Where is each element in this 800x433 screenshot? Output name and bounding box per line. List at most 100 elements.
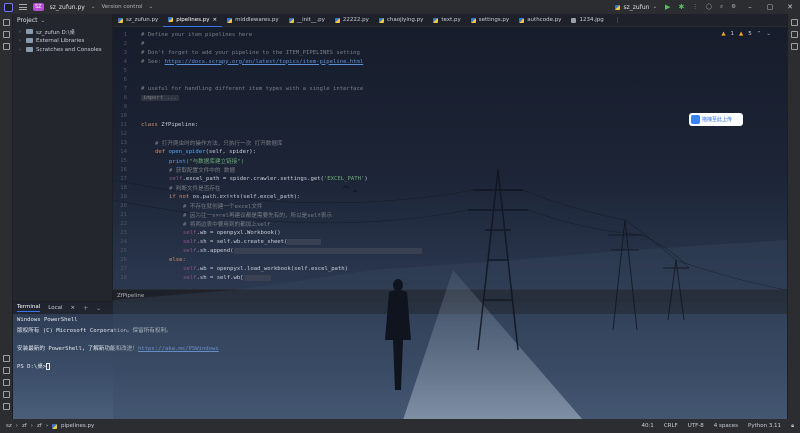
tab-22222[interactable]: 22222.py <box>330 14 374 27</box>
more-icon[interactable]: ⋮ <box>692 4 698 10</box>
run-icon[interactable]: ▶ <box>665 3 670 11</box>
code-line: 2 # <box>123 40 145 47</box>
settings-icon[interactable]: ⚙ <box>731 4 736 10</box>
terminal-line: Windows PowerShell <box>17 317 78 323</box>
chevron-right-icon[interactable]: › <box>19 38 23 44</box>
account-icon[interactable]: ◯ <box>706 4 712 10</box>
code-line: 24 self.sh = self.wb.create_sheet( <box>113 237 322 246</box>
notifications-icon[interactable] <box>790 19 798 26</box>
tree-item-external-libraries[interactable]: › External Libraries <box>13 36 112 45</box>
caret-position[interactable]: 40:1 <box>641 423 653 429</box>
breadcrumb: ZfPipeline <box>113 289 787 301</box>
structure-tool-icon[interactable] <box>2 31 10 38</box>
project-panel-title[interactable]: Project <box>17 17 38 24</box>
upload-widget[interactable]: 拖拽至此上传 <box>689 113 743 126</box>
tab-text[interactable]: text.py <box>428 14 465 27</box>
self-keyword: self <box>183 274 197 281</box>
code-text: # Don't forget to add your pipeline to t… <box>141 49 360 56</box>
project-tool-icon[interactable] <box>2 19 10 26</box>
tab-pipelines[interactable]: pipelines.py × <box>163 14 223 27</box>
tab-label: pipelines.py <box>176 16 210 23</box>
folded-imports[interactable]: import ... <box>141 94 179 101</box>
close-tab-icon[interactable]: × <box>212 17 217 23</box>
status-path-root[interactable]: sz <box>6 423 12 429</box>
tab-local[interactable]: Local <box>48 305 62 311</box>
tab-1234-jpg[interactable]: 1234.jpg <box>566 14 608 27</box>
file-encoding[interactable]: UTF-8 <box>688 423 704 429</box>
status-path-item[interactable]: zf <box>37 423 42 429</box>
lock-icon[interactable]: 🔒︎ <box>791 423 794 430</box>
ai-assistant-icon[interactable] <box>790 43 798 50</box>
chevron-down-icon[interactable]: ⌄ <box>96 305 101 312</box>
tab-middlewares[interactable]: middlewares.py <box>222 14 284 27</box>
status-path-item[interactable]: zf <box>22 423 27 429</box>
tree-item-scratches[interactable]: › Scratches and Consoles <box>13 45 112 54</box>
code-line: 6 <box>123 76 127 83</box>
close-tab-icon[interactable]: × <box>71 305 76 311</box>
project-panel-header: Project ⌄ <box>13 14 112 27</box>
add-tab-icon[interactable]: + <box>83 305 88 312</box>
tab-init[interactable]: __init__.py <box>284 14 330 27</box>
chevron-down-icon[interactable]: ⌄ <box>41 18 46 24</box>
tab-sz-zufun[interactable]: sz_zufun.py <box>113 14 163 27</box>
code-text: # 获取配置文件中的 数据 <box>169 167 236 174</box>
tab-chaojiying[interactable]: chaojiying.py <box>374 14 429 27</box>
chevron-right-icon[interactable]: › <box>19 47 23 53</box>
line-ending[interactable]: CRLF <box>664 423 678 429</box>
breadcrumb-item[interactable]: ZfPipeline <box>117 293 144 299</box>
tree-item-label: sz_zufun D:\桌 <box>36 29 75 36</box>
terminal-prompt[interactable]: PS D:\桌> <box>17 362 783 371</box>
tab-label: sz_zufun.py <box>126 17 159 23</box>
main-menu-icon[interactable] <box>19 4 27 10</box>
more-tabs-icon[interactable]: ⋮ <box>615 17 621 24</box>
code-line: 7 # useful for handling different item ty… <box>123 85 364 92</box>
tab-terminal[interactable]: Terminal <box>17 304 41 312</box>
tree-item-project-root[interactable]: › sz_zufun D:\桌 <box>13 27 112 36</box>
python-file-icon <box>227 17 233 23</box>
code-text: # 判断文件是否存在 <box>169 185 221 192</box>
chevron-right-icon[interactable]: › <box>19 29 23 35</box>
maximize-button[interactable]: ▢ <box>764 3 776 11</box>
code-text: # See: <box>141 58 165 65</box>
tab-settings[interactable]: settings.py <box>466 14 514 27</box>
search-icon[interactable]: ⌕ <box>720 4 723 11</box>
terminal-output[interactable]: Windows PowerShell 版权所有 (C) Microsoft Co… <box>13 314 787 374</box>
problems-tool-icon[interactable] <box>2 391 10 398</box>
tree-item-label: Scratches and Consoles <box>36 46 102 53</box>
code-text: os.path.exists(self.excel_path): <box>192 193 301 200</box>
chevron-right-icon: › <box>15 423 18 429</box>
indent-setting[interactable]: 4 spaces <box>714 423 738 429</box>
minimize-button[interactable]: – <box>744 3 756 11</box>
python-file-icon <box>334 17 340 23</box>
python-interpreter[interactable]: Python 3.11 <box>748 423 781 429</box>
python-packages-icon[interactable] <box>2 355 10 362</box>
chevron-right-icon: › <box>45 423 49 429</box>
code-text: # 因为往一excel再建议都是需要先有的，所以是self表示 <box>183 212 332 219</box>
code-text: ) <box>364 175 368 182</box>
terminal-panel: Terminal Local × + ⌄ Windows PowerShell … <box>13 301 787 419</box>
powershell-link[interactable]: https://aka.ms/PSWindows <box>138 346 219 352</box>
python-file-icon <box>615 4 621 10</box>
docs-link[interactable]: https://docs.scrapy.org/en/latest/topics… <box>165 59 364 65</box>
version-control-menu[interactable]: Version control <box>101 4 142 10</box>
terminal-tabs: Terminal Local × + ⌄ <box>13 302 787 314</box>
code-line: 14 def open_spider(self, spider): <box>120 148 257 155</box>
services-icon[interactable] <box>2 367 10 374</box>
python-file-icon <box>118 17 123 23</box>
database-tool-icon[interactable] <box>790 31 798 38</box>
terminal-tool-icon[interactable] <box>2 379 10 386</box>
project-name[interactable]: sz_zufun.py <box>50 4 85 11</box>
code-editor[interactable]: 1 # Define your item pipelines here 2 # 3 #… <box>113 28 787 288</box>
git-tool-icon[interactable] <box>2 403 10 410</box>
debug-icon[interactable]: ✱ <box>678 3 684 11</box>
more-tools-icon[interactable] <box>2 43 10 50</box>
ide-logo-icon <box>4 2 13 12</box>
code-text: .wb = openpyxl.Workbook() <box>196 229 281 236</box>
python-file-icon <box>519 17 525 23</box>
code-line: 5 <box>123 67 127 74</box>
run-config-selector[interactable]: sz_zufun ⌄ <box>615 4 657 11</box>
tab-authcode[interactable]: authcode.py <box>514 14 566 27</box>
close-button[interactable]: ✕ <box>784 3 796 11</box>
status-file[interactable]: pipelines.py <box>61 423 94 429</box>
python-file-icon <box>378 17 384 23</box>
